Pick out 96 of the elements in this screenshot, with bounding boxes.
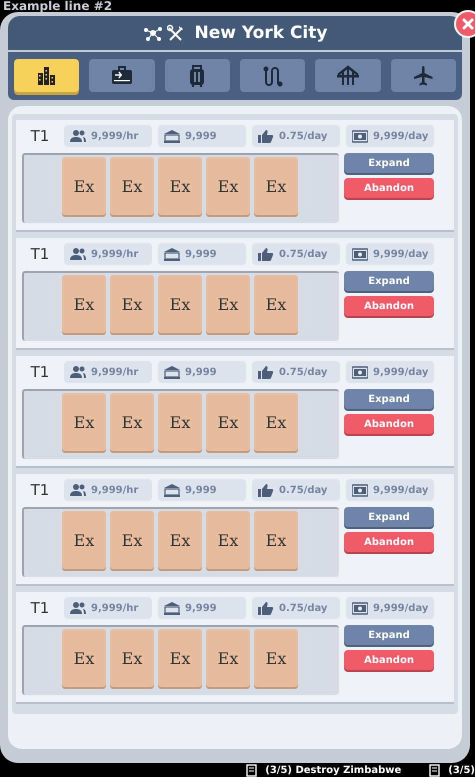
cash-icon <box>352 483 368 497</box>
stat-value: 9,999 <box>185 130 217 142</box>
stat-value: 0.75/day <box>279 130 328 142</box>
tier-label: T1 <box>30 599 50 617</box>
stat-value: 9,999/day <box>373 248 428 260</box>
thumbs-up-icon <box>258 129 274 143</box>
people-icon <box>70 483 86 497</box>
people-icon <box>70 601 86 615</box>
bank-icon <box>164 601 180 615</box>
expand-button[interactable]: Expand <box>344 507 434 527</box>
bank-icon <box>164 365 180 379</box>
slot-card: Ex <box>254 511 298 569</box>
close-icon <box>460 16 475 32</box>
tier-label: T1 <box>30 363 50 381</box>
close-button[interactable] <box>454 10 475 38</box>
stat-value: 9,999/hr <box>91 484 138 496</box>
stat-value: 9,999/day <box>373 602 428 614</box>
slot-card: Ex <box>62 275 106 333</box>
slot-card: Ex <box>254 393 298 451</box>
cash-icon <box>352 365 368 379</box>
airplane-icon <box>412 64 434 86</box>
slot-card: Ex <box>62 157 106 215</box>
ticker-text: (3/5) Destroy Zimbabwe <box>265 764 402 776</box>
slot-card: Ex <box>206 393 250 451</box>
tier-label: T1 <box>30 245 50 263</box>
document-icon <box>429 764 440 776</box>
stat-value: 9,999 <box>185 248 217 260</box>
route-icon <box>262 64 284 86</box>
bridge-icon <box>336 64 359 86</box>
cash-icon <box>352 601 368 615</box>
expand-button[interactable]: Expand <box>344 625 434 645</box>
expand-button[interactable]: Expand <box>344 389 434 409</box>
slot-card: Ex <box>158 393 202 451</box>
bank-icon <box>164 129 180 143</box>
network-icon <box>142 24 163 42</box>
ticker-text: (3/5) <box>448 764 475 776</box>
thumbs-up-icon <box>258 483 274 497</box>
slot-card: Ex <box>206 157 250 215</box>
expand-button[interactable]: Expand <box>344 271 434 291</box>
slot-card: Ex <box>110 275 154 333</box>
stat-value: 0.75/day <box>279 484 328 496</box>
slot-card: Ex <box>254 157 298 215</box>
abandon-button[interactable]: Abandon <box>344 414 434 434</box>
buildings-icon <box>36 64 58 86</box>
slot-card: Ex <box>110 393 154 451</box>
slot-card: Ex <box>158 275 202 333</box>
bank-icon <box>164 483 180 497</box>
stat-value: 9,999/hr <box>91 130 138 142</box>
expand-button[interactable]: Expand <box>344 153 434 173</box>
cash-icon <box>352 129 368 143</box>
slot-card: Ex <box>110 511 154 569</box>
people-icon <box>70 247 86 261</box>
thumbs-up-icon <box>258 247 274 261</box>
stat-value: 9,999 <box>185 366 217 378</box>
stat-value: 9,999/day <box>373 130 428 142</box>
slot-card: Ex <box>254 275 298 333</box>
slot-card: Ex <box>158 511 202 569</box>
cash-icon <box>352 247 368 261</box>
stat-value: 0.75/day <box>279 248 328 260</box>
slot-card: Ex <box>110 157 154 215</box>
caption-text: Example line #2 <box>2 0 114 12</box>
briefcase-icon <box>110 64 133 86</box>
slot-card: Ex <box>206 275 250 333</box>
stat-value: 9,999/hr <box>91 602 138 614</box>
tools-icon <box>166 24 185 42</box>
people-icon <box>70 129 86 143</box>
stat-value: 9,999/day <box>373 484 428 496</box>
stat-value: 0.75/day <box>279 602 328 614</box>
abandon-button[interactable]: Abandon <box>344 532 434 552</box>
stat-value: 9,999 <box>185 484 217 496</box>
slot-card: Ex <box>110 629 154 687</box>
slot-card: Ex <box>62 511 106 569</box>
bank-icon <box>164 247 180 261</box>
stat-value: 9,999/day <box>373 366 428 378</box>
stat-value: 9,999 <box>185 602 217 614</box>
slot-card: Ex <box>206 629 250 687</box>
slot-card: Ex <box>254 629 298 687</box>
slot-card: Ex <box>158 157 202 215</box>
abandon-button[interactable]: Abandon <box>344 650 434 670</box>
slot-card: Ex <box>158 629 202 687</box>
abandon-button[interactable]: Abandon <box>344 296 434 316</box>
tier-label: T1 <box>30 481 50 499</box>
tier-label: T1 <box>30 127 50 145</box>
stat-value: 9,999/hr <box>91 248 138 260</box>
tab[interactable] <box>14 59 80 92</box>
stat-value: 9,999/hr <box>91 366 138 378</box>
document-icon <box>246 764 258 776</box>
thumbs-up-icon <box>258 601 274 615</box>
stat-value: 0.75/day <box>279 366 328 378</box>
people-icon <box>70 365 86 379</box>
window-title: New York City <box>194 23 328 43</box>
thumbs-up-icon <box>258 365 274 379</box>
slot-card: Ex <box>206 511 250 569</box>
abandon-button[interactable]: Abandon <box>344 178 434 198</box>
slot-card: Ex <box>62 629 106 687</box>
slot-card: Ex <box>62 393 106 451</box>
